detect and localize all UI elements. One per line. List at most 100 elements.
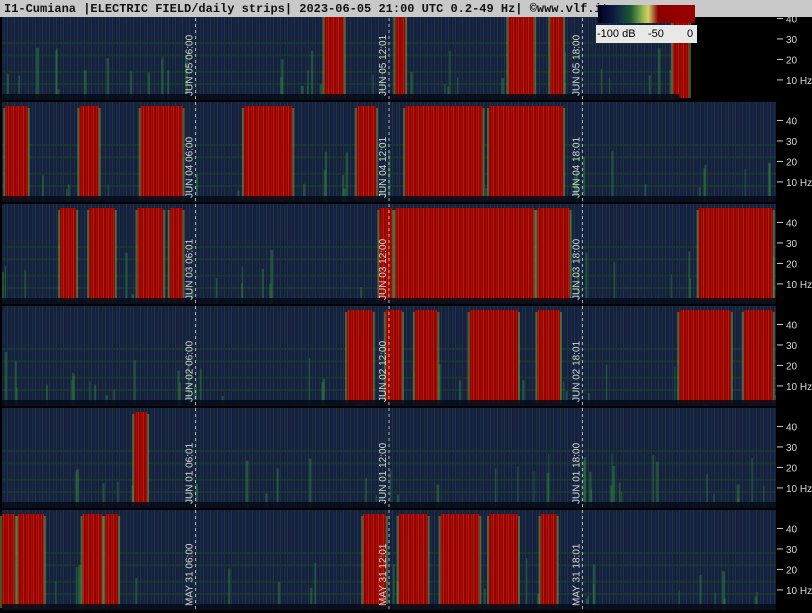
y-tick-label: 20 [786, 463, 798, 474]
strip-separator [0, 100, 812, 102]
activity-streak [75, 567, 78, 610]
legend-label-mid: -50 [648, 28, 664, 40]
y-tick-label: 30 [786, 341, 798, 352]
activity-streak [611, 150, 614, 202]
activity-streak [613, 262, 616, 304]
burst [243, 106, 293, 200]
chart-title: I1-Cumiana |ELECTRIC FIELD/daily strips|… [4, 2, 609, 16]
activity-streak [314, 562, 317, 610]
y-tick-label: 20 [786, 565, 798, 576]
hour-marker-label: JUN 04 18:01 [572, 136, 583, 198]
hour-marker-label: JUN 01 06:01 [185, 442, 196, 504]
hour-marker-label: JUN 02 06:00 [185, 340, 196, 402]
y-tick-label: 40 [786, 116, 798, 127]
y-axis-5: 40 30 20 10 Hz [777, 524, 812, 597]
burst [488, 514, 518, 608]
y-tick-label: 10 Hz [786, 76, 812, 87]
activity-streak [657, 48, 661, 100]
y-tick-label: 10 Hz [786, 280, 812, 291]
activity-streak [592, 564, 596, 610]
activity-streak [311, 50, 314, 100]
burst [698, 208, 773, 302]
y-axis-3: 40 30 20 10 Hz [777, 320, 812, 393]
burst [140, 106, 183, 200]
y-axis-1: 40 30 20 10 Hz [777, 116, 812, 189]
legend-colorbar [598, 5, 695, 23]
color-legend: -100 dB -50 0 [596, 3, 697, 43]
y-tick-label: 20 [786, 157, 798, 168]
strip-separator [0, 202, 812, 204]
activity-streak [583, 457, 587, 508]
activity-streak [517, 466, 519, 508]
burst [5, 106, 28, 200]
y-tick-label: 40 [786, 218, 798, 229]
spectrogram-chart: JUN 05 06:00 JUN 05 12:01 JUN 05 18:00 JUN … [0, 0, 812, 612]
hour-marker-label: JUN 02 18:01 [572, 340, 583, 402]
activity-streak [751, 457, 753, 508]
burst [440, 514, 480, 608]
y-tick-label: 20 [786, 259, 798, 270]
burst [398, 514, 428, 608]
y-tick-label: 20 [786, 55, 798, 66]
hour-marker-label: JUN 01 18:00 [572, 442, 583, 504]
burst [89, 208, 115, 302]
y-axis-2: 40 30 20 10 Hz [777, 218, 812, 291]
y-tick-label: 10 Hz [786, 586, 812, 597]
strip-separator [0, 304, 812, 306]
activity-streak [281, 59, 284, 100]
hour-marker-label: JUN 03 18:00 [572, 238, 583, 300]
activity-streak [612, 465, 616, 508]
burst [18, 514, 44, 608]
burst [134, 412, 148, 506]
legend-scale: -100 dB -50 0 [596, 25, 697, 43]
burst [679, 310, 731, 404]
legend-label-min: -100 dB [597, 28, 636, 40]
burst [414, 310, 438, 404]
activity-streak [162, 56, 164, 100]
y-tick-label: 40 [786, 422, 798, 433]
burst [356, 106, 377, 200]
burst [2, 514, 15, 608]
activity-streak [133, 360, 136, 406]
activity-streak [125, 252, 128, 304]
burst [169, 208, 183, 302]
activity-streak [605, 364, 608, 406]
activity-streak [55, 48, 58, 100]
y-axis-0: 40302010 Hz [777, 14, 812, 87]
activity-streak [392, 564, 395, 610]
strip-5: MAY 31 06:00 MAY 31 12:01 MAY 31 18:01 [0, 510, 812, 612]
strip-separator [0, 610, 812, 612]
y-tick-label: 40 [786, 524, 798, 535]
strip-2: JUN 03 06:01 JUN 03 12:00 JUN 03 18:00 [0, 204, 812, 306]
y-tick-label: 10 Hz [786, 484, 812, 495]
strip-3: JUN 02 06:00 JUN 02 12:00 JUN 02 18:01 [0, 306, 812, 408]
y-tick-label: 30 [786, 137, 798, 148]
activity-streak [449, 50, 451, 100]
y-tick-label: 30 [786, 545, 798, 556]
strip-separator [0, 406, 812, 408]
activity-streak [35, 47, 39, 100]
activity-streak [582, 156, 585, 202]
hour-marker-label: MAY 31 06:00 [185, 543, 196, 606]
activity-streak [525, 558, 528, 610]
burst [743, 310, 773, 404]
activity-streak [656, 461, 659, 508]
activity-streak [106, 58, 109, 100]
burst [508, 4, 535, 98]
hour-marker-label: JUN 05 12:01 [378, 34, 389, 96]
burst [82, 514, 102, 608]
y-tick-label: 40 [786, 320, 798, 331]
burst [137, 208, 164, 302]
hour-marker-label: JUN 04 12:01 [378, 136, 389, 198]
burst [79, 106, 99, 200]
burst [537, 310, 560, 404]
burst [469, 310, 518, 404]
y-tick-label: 10 Hz [786, 178, 812, 189]
burst [488, 106, 564, 200]
hour-marker-label: JUN 05 06:00 [185, 34, 196, 96]
hour-marker-label: MAY 31 12:01 [378, 543, 389, 606]
burst [395, 4, 406, 98]
activity-streak [548, 453, 550, 508]
burst [540, 514, 557, 608]
y-tick-label: 30 [786, 35, 798, 46]
